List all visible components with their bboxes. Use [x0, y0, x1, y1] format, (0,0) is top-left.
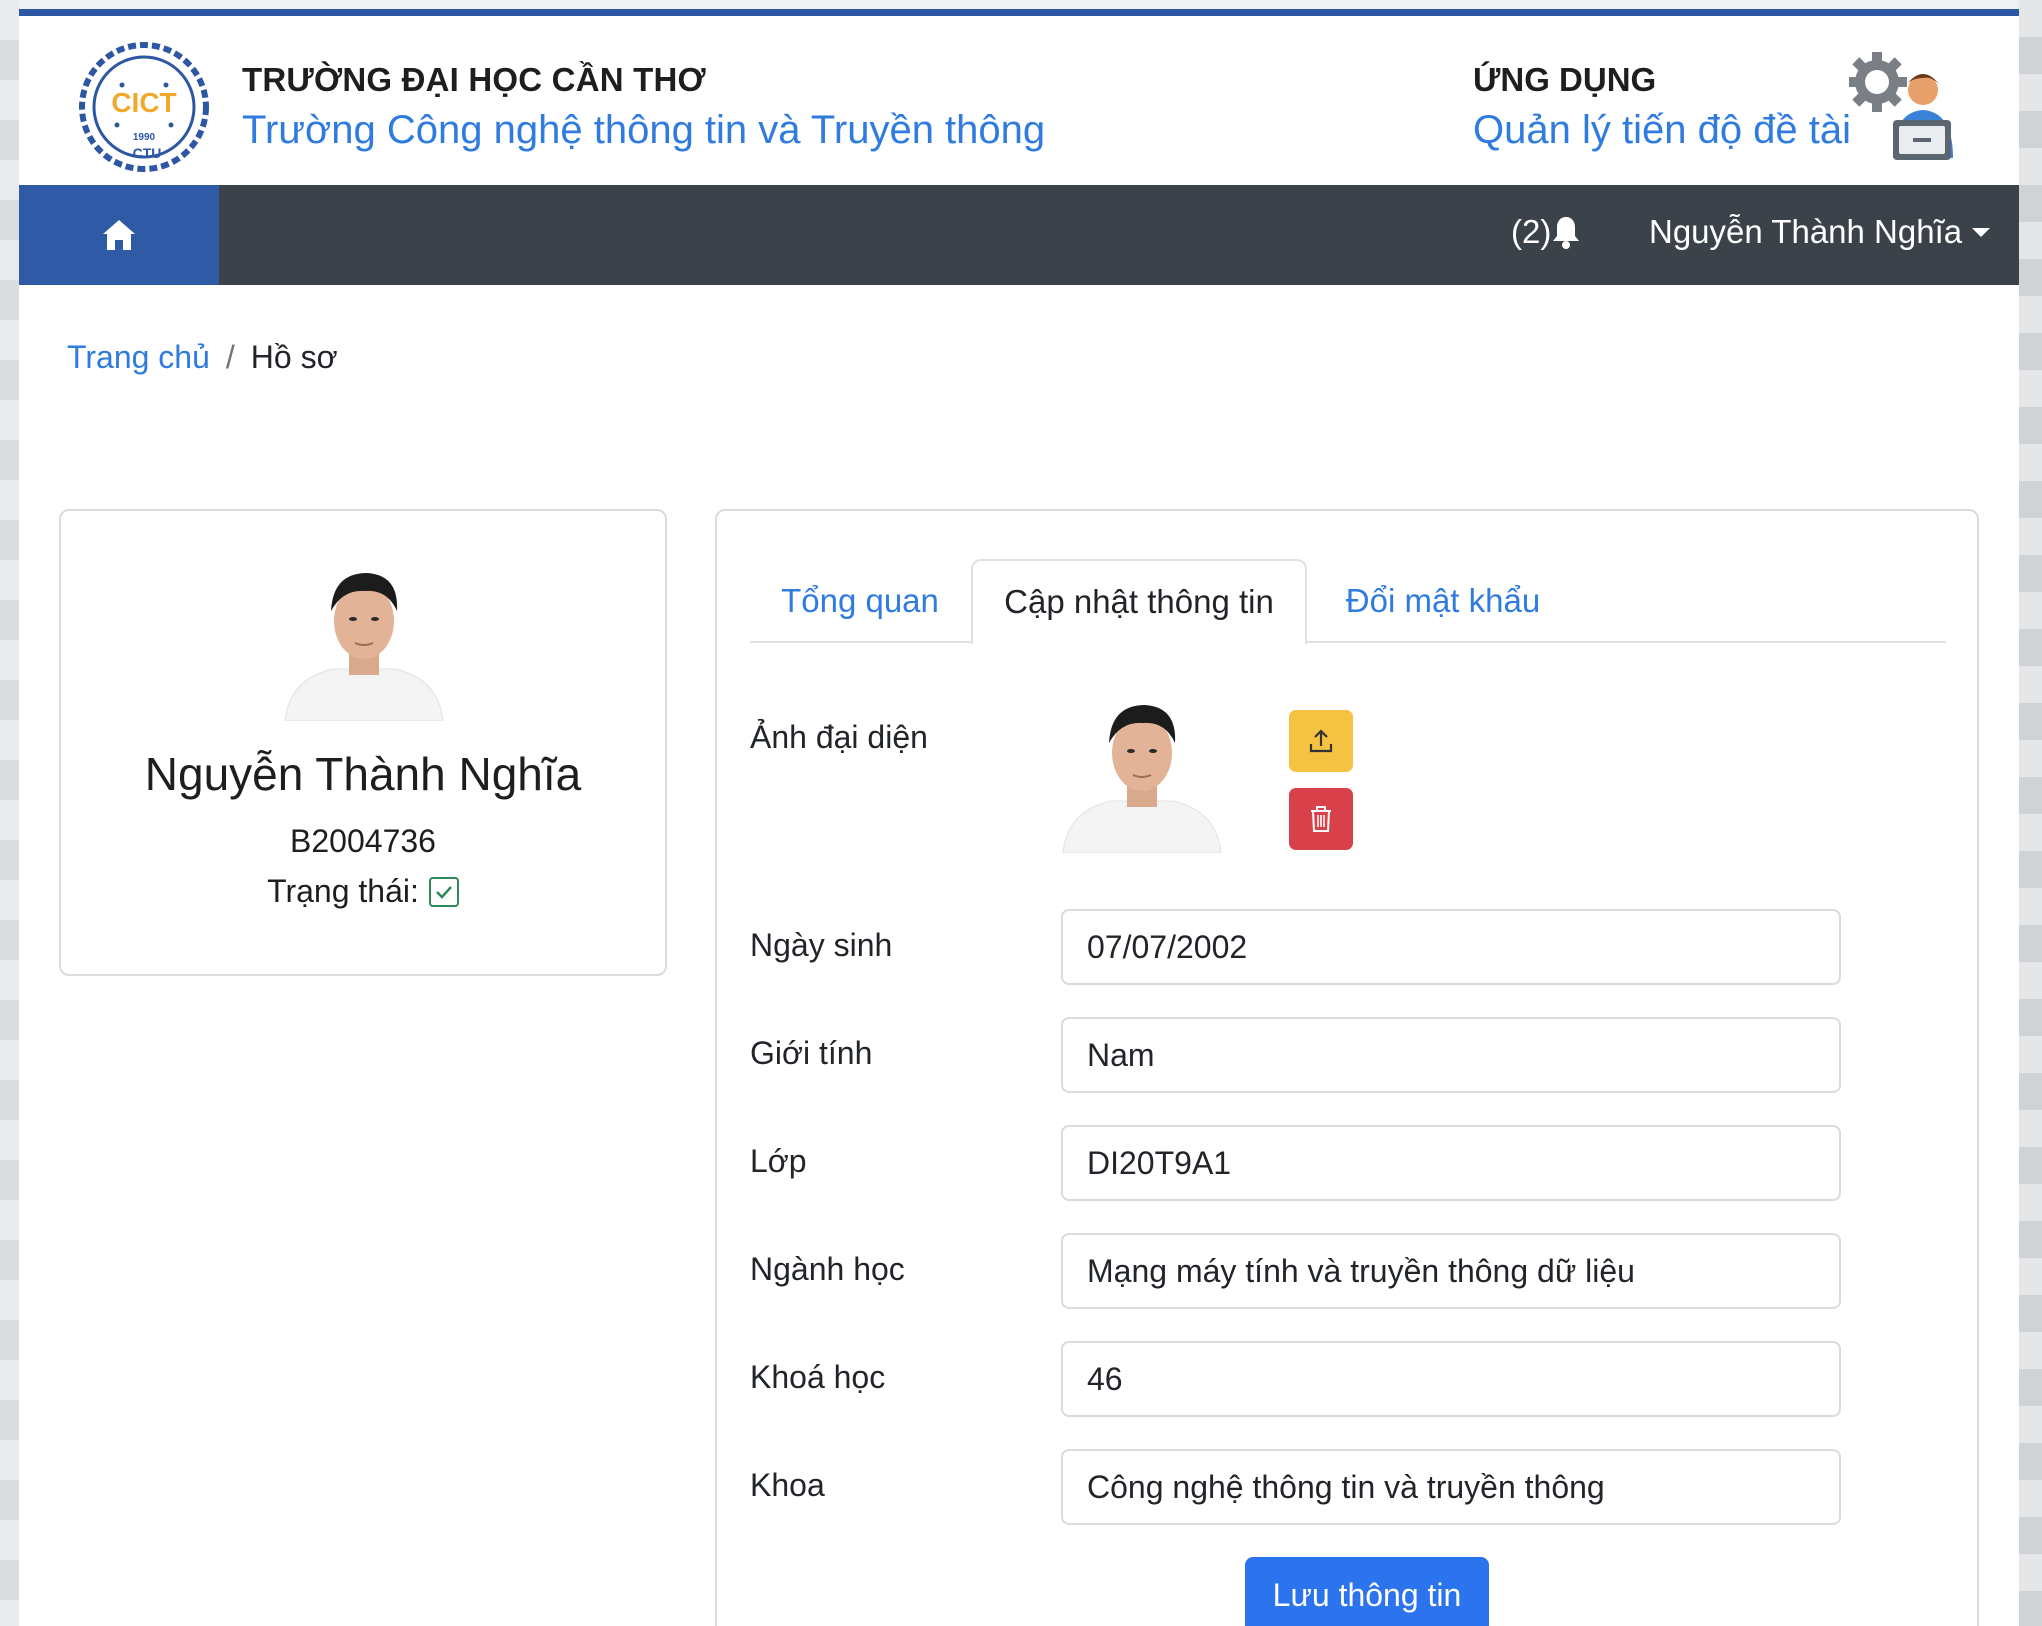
faculty-label: Khoa — [750, 1467, 825, 1503]
tab-update-info[interactable]: Cập nhật thông tin — [971, 559, 1307, 645]
home-button[interactable] — [19, 185, 219, 285]
notification-button[interactable]: (2) — [1511, 213, 1581, 251]
class-field[interactable]: DI20T9A1 — [1061, 1125, 1841, 1201]
svg-text:CTU: CTU — [133, 145, 162, 161]
main-navbar: (2) Nguyễn Thành Nghĩa — [19, 185, 2019, 285]
background-left — [0, 0, 19, 1626]
avatar-preview — [1061, 691, 1223, 853]
tab-change-password[interactable]: Đổi mật khẩu — [1308, 559, 1578, 643]
university-name: TRƯỜNG ĐẠI HỌC CẦN THƠ — [242, 61, 706, 98]
profile-status: Trạng thái: — [61, 873, 665, 910]
notification-count: (2) — [1511, 213, 1552, 250]
cohort-label: Khoá học — [750, 1359, 886, 1395]
gender-label: Giới tính — [750, 1035, 873, 1071]
breadcrumb-home-link[interactable]: Trang chủ — [67, 339, 210, 376]
profile-form-card: Tổng quan Cập nhật thông tin Đổi mật khẩ… — [715, 509, 1979, 1626]
status-check-icon — [428, 876, 459, 907]
student-id: B2004736 — [290, 823, 436, 859]
faculty-field[interactable]: Công nghệ thông tin và truyền thông — [1061, 1449, 1841, 1525]
home-icon — [103, 220, 135, 250]
birthdate-field[interactable]: 07/07/2002 — [1061, 909, 1841, 985]
cohort-field[interactable]: 46 — [1061, 1341, 1841, 1417]
class-label: Lớp — [750, 1143, 807, 1179]
breadcrumb-separator: / — [225, 339, 235, 375]
svg-text:CICT: CICT — [111, 87, 176, 118]
save-button[interactable]: Lưu thông tin — [1245, 1557, 1489, 1626]
app-name: Quản lý tiến độ đề tài — [1473, 108, 1852, 152]
site-header: CICT 1990 CTU TRƯỜNG ĐẠI HỌC CẦN THƠ Trư… — [19, 16, 2019, 185]
profile-name: Nguyễn Thành Nghĩa — [144, 748, 582, 800]
svg-text:1990: 1990 — [133, 132, 156, 143]
upload-icon — [1309, 729, 1333, 753]
bell-icon — [1553, 217, 1580, 249]
upload-avatar-button[interactable] — [1289, 710, 1353, 772]
trash-icon — [1311, 806, 1331, 832]
cict-logo-icon: CICT 1990 CTU — [79, 42, 209, 172]
profile-card: Nguyễn Thành Nghĩa B2004736 Trạng thái: — [59, 509, 667, 976]
status-label: Trạng thái: — [267, 873, 419, 909]
major-label: Ngành học — [750, 1251, 905, 1287]
major-field[interactable]: Mạng máy tính và truyền thông dữ liệu — [1061, 1233, 1841, 1309]
page: CICT 1990 CTU TRƯỜNG ĐẠI HỌC CẦN THƠ Trư… — [19, 9, 2019, 1626]
breadcrumb-current: Hồ sơ — [250, 339, 338, 375]
gender-field[interactable]: Nam — [1061, 1017, 1841, 1093]
profile-avatar — [283, 559, 445, 721]
avatar-label: Ảnh đại diện — [750, 719, 928, 755]
chevron-down-icon — [1972, 227, 1991, 237]
school-name: Trường Công nghệ thông tin và Truyền thô… — [242, 108, 1046, 152]
tab-overview[interactable]: Tổng quan — [750, 559, 970, 643]
user-menu-dropdown[interactable]: Nguyễn Thành Nghĩa — [1649, 213, 1991, 251]
profile-tabs: Tổng quan Cập nhật thông tin Đổi mật khẩ… — [750, 559, 1946, 645]
developer-gear-icon — [1849, 52, 1953, 160]
user-menu-name: Nguyễn Thành Nghĩa — [1649, 213, 1963, 250]
background-right — [2019, 0, 2042, 1626]
top-accent-bar — [19, 9, 2019, 16]
birthdate-label: Ngày sinh — [750, 927, 893, 963]
breadcrumb: Trang chủ / Hồ sơ — [67, 339, 338, 376]
delete-avatar-button[interactable] — [1289, 788, 1353, 850]
app-label: ỨNG DỤNG — [1473, 61, 1657, 98]
